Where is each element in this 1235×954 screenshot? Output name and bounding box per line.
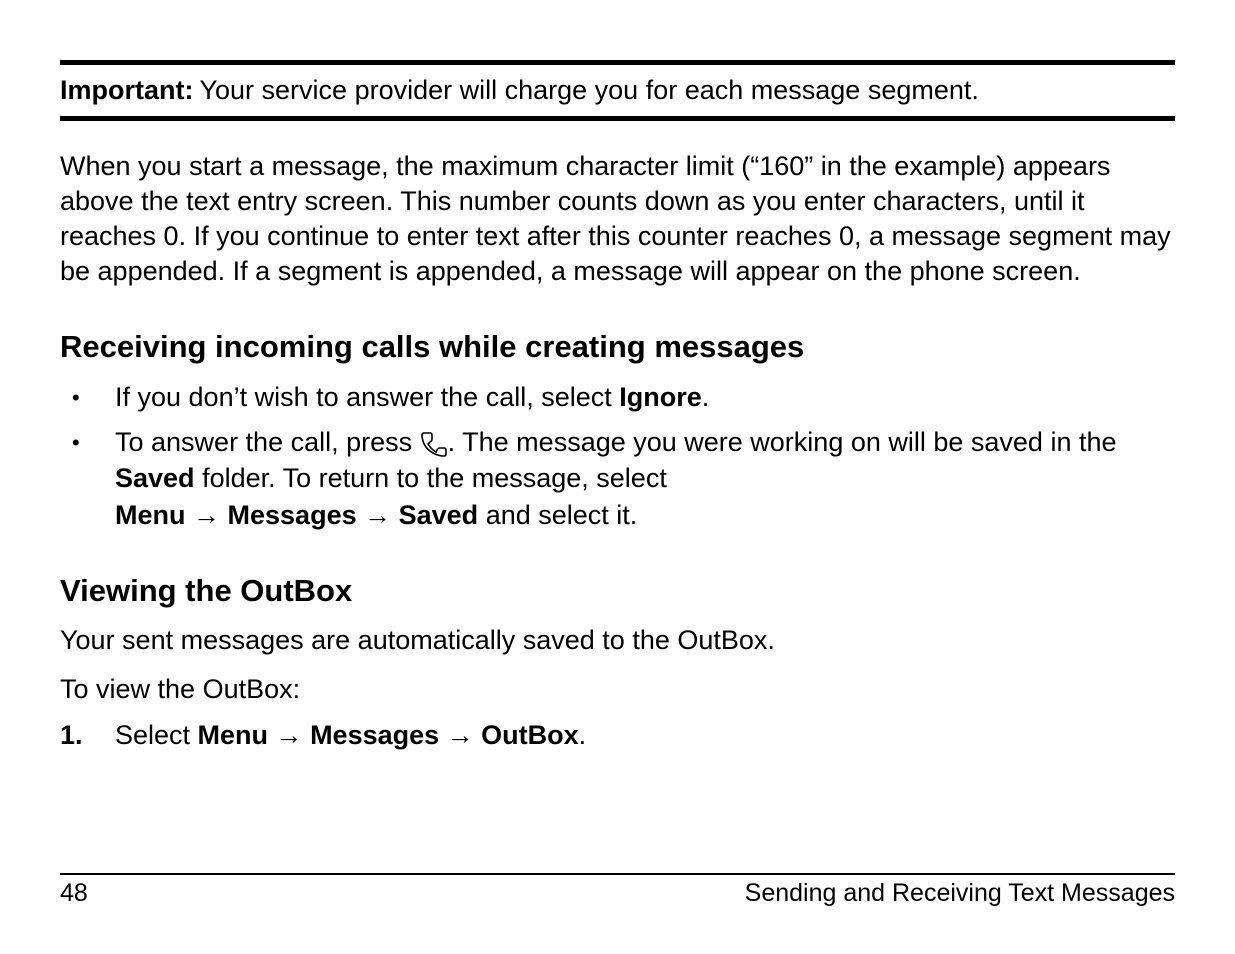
messages-label: Messages	[228, 500, 357, 530]
saved-label: Saved	[115, 463, 195, 493]
bullet-list: • If you don’t wish to answer the call, …	[60, 379, 1175, 533]
messages-label: Messages	[310, 720, 439, 750]
text: folder. To return to the message, select	[195, 463, 667, 493]
text: .	[579, 720, 587, 750]
arrow-icon: →	[439, 720, 481, 750]
text: If you don’t wish to answer the call, se…	[115, 382, 619, 412]
text: .	[702, 382, 710, 412]
text: . The message you were working on will b…	[448, 427, 1117, 457]
step-text: Select Menu → Messages → OutBox.	[115, 717, 1175, 753]
paragraph-outbox-intro: Your sent messages are automatically sav…	[60, 623, 1175, 658]
arrow-icon: →	[268, 720, 310, 750]
outbox-label: OutBox	[481, 720, 579, 750]
bullet-text: If you don’t wish to answer the call, se…	[115, 379, 1175, 415]
bullet-text: To answer the call, press . The message …	[115, 424, 1175, 533]
menu-label: Menu	[198, 720, 269, 750]
ignore-label: Ignore	[619, 382, 702, 412]
manual-page: Important: Your service provider will ch…	[0, 0, 1235, 954]
saved-label: Saved	[399, 500, 479, 530]
bullet-item-answer: • To answer the call, press . The messag…	[60, 424, 1175, 533]
heading-receiving-calls: Receiving incoming calls while creating …	[60, 329, 1175, 365]
bullet-icon: •	[60, 379, 115, 415]
text: Select	[115, 720, 198, 750]
page-footer: 48 Sending and Receiving Text Messages	[60, 873, 1175, 908]
paragraph-char-limit: When you start a message, the maximum ch…	[60, 149, 1175, 289]
text: To answer the call, press	[115, 427, 420, 457]
arrow-icon: →	[186, 500, 228, 530]
menu-label: Menu	[115, 500, 186, 530]
page-number: 48	[60, 879, 88, 908]
bullet-icon: •	[60, 424, 115, 533]
step-number: 1.	[60, 717, 115, 753]
important-callout: Important: Your service provider will ch…	[60, 60, 1175, 121]
chapter-title: Sending and Receiving Text Messages	[745, 879, 1175, 908]
step-1: 1. Select Menu → Messages → OutBox.	[60, 717, 1175, 753]
arrow-icon: →	[357, 500, 399, 530]
bullet-item-ignore: • If you don’t wish to answer the call, …	[60, 379, 1175, 415]
important-label: Important:	[60, 73, 199, 108]
heading-viewing-outbox: Viewing the OutBox	[60, 573, 1175, 609]
text: and select it.	[478, 500, 637, 530]
important-text: Your service provider will charge you fo…	[199, 73, 1175, 108]
paragraph-outbox-lead: To view the OutBox:	[60, 672, 1175, 707]
call-key-icon	[420, 430, 448, 458]
ordered-list: 1. Select Menu → Messages → OutBox.	[60, 717, 1175, 753]
